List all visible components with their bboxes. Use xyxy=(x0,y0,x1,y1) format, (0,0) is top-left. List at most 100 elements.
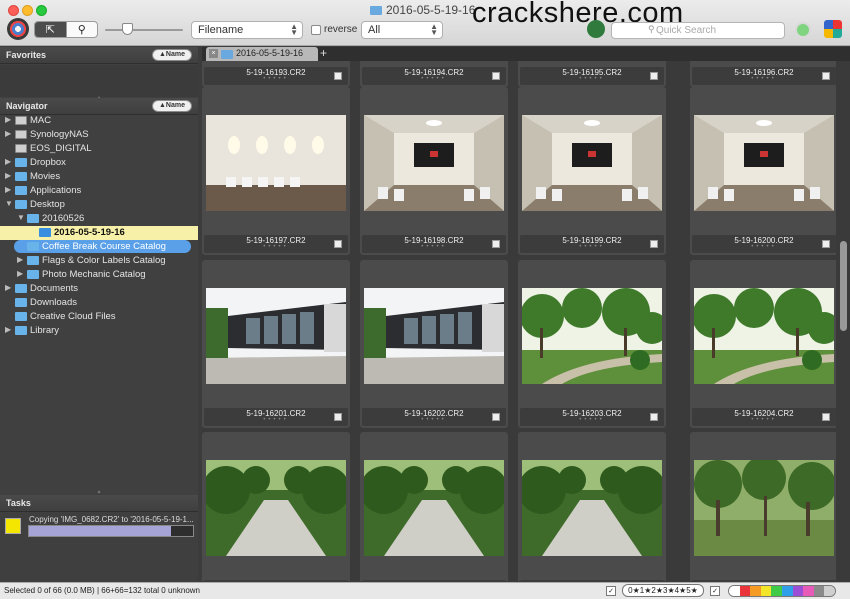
navigator-item[interactable]: Coffee Break Course Catalog xyxy=(0,240,198,254)
rating-dots[interactable]: ••••• xyxy=(362,244,506,250)
color-label-swatch[interactable] xyxy=(771,586,782,596)
thumbnail-cell[interactable]: 5-19-16198.CR2 ••••• xyxy=(360,87,508,255)
thumbnail-cell[interactable]: 5-19-16203.CR2 ••••• xyxy=(518,260,666,428)
thumbnail-cell[interactable]: ••••• xyxy=(690,432,836,581)
color-filter-checkbox[interactable]: ✓ xyxy=(710,586,720,596)
preferences-gear-icon[interactable] xyxy=(7,18,29,40)
tag-checkbox[interactable] xyxy=(650,240,658,248)
tag-checkbox[interactable] xyxy=(492,72,500,80)
star-rating-filter[interactable]: 0★1★2★3★4★5★ xyxy=(622,584,704,597)
photo-thumbnail[interactable] xyxy=(694,460,834,556)
thumbnail-cell[interactable]: 5-19-16200.CR2 ••••• xyxy=(690,87,836,255)
disclosure-triangle-icon[interactable]: ▶ xyxy=(5,157,11,166)
navigator-item[interactable]: ▶ Applications xyxy=(0,184,198,198)
color-label-swatch[interactable] xyxy=(813,586,825,596)
upload-icon[interactable] xyxy=(587,20,605,38)
thumbnail-cell[interactable]: ••••• xyxy=(360,432,508,581)
tab-contact-sheet[interactable]: × 2016-05-5-19-16 xyxy=(206,47,318,61)
photo-thumbnail[interactable] xyxy=(206,115,346,211)
tag-checkbox[interactable] xyxy=(650,72,658,80)
tag-checkbox[interactable] xyxy=(334,72,342,80)
thumbnail-cell[interactable]: 5-19-16193.CR2 ••••• xyxy=(202,61,350,87)
thumbnail-cell[interactable]: 5-19-16195.CR2 ••••• xyxy=(518,61,666,87)
color-label-filter[interactable] xyxy=(728,585,836,597)
photo-thumbnail[interactable] xyxy=(522,460,662,556)
disclosure-triangle-icon[interactable]: ▶ xyxy=(5,129,11,138)
magnifier-tool-icon[interactable]: ⚲ xyxy=(65,22,98,37)
navigator-item[interactable]: ▼ 20160526 xyxy=(0,212,198,226)
thumbnail-cell[interactable]: 5-19-16202.CR2 ••••• xyxy=(360,260,508,428)
navigator-item[interactable]: EOS_DIGITAL xyxy=(0,142,198,156)
thumbnail-size-slider-knob[interactable] xyxy=(122,23,133,35)
disclosure-triangle-icon[interactable]: ▶ xyxy=(17,255,23,264)
minimize-window-button[interactable] xyxy=(22,5,33,16)
thumbnail-cell[interactable]: ••••• xyxy=(518,432,666,581)
rating-dots[interactable]: ••••• xyxy=(362,417,506,423)
color-label-swatch[interactable] xyxy=(739,586,751,596)
panel-splitter[interactable]: ▴ xyxy=(0,489,198,495)
disclosure-triangle-icon[interactable]: ▶ xyxy=(5,185,11,194)
close-window-button[interactable] xyxy=(8,5,19,16)
photo-thumbnail[interactable] xyxy=(364,288,504,384)
color-label-swatch[interactable] xyxy=(803,586,814,596)
navigator-item[interactable]: ▼ Desktop xyxy=(0,198,198,212)
rating-dots[interactable]: ••••• xyxy=(520,76,664,82)
navigator-item[interactable]: ▶ SynologyNAS xyxy=(0,128,198,142)
disclosure-triangle-icon[interactable]: ▶ xyxy=(5,325,11,334)
color-label-swatch[interactable] xyxy=(729,586,740,596)
disclosure-triangle-icon[interactable]: ▶ xyxy=(5,283,11,292)
tag-checkbox[interactable] xyxy=(492,240,500,248)
live-ingest-icon[interactable] xyxy=(795,22,811,38)
rating-dots[interactable]: ••••• xyxy=(520,244,664,250)
color-label-swatch[interactable] xyxy=(760,586,772,596)
tag-checkbox[interactable] xyxy=(650,413,658,421)
task-cancel-button[interactable] xyxy=(171,526,193,536)
color-label-swatch[interactable] xyxy=(792,586,804,596)
quick-search-input[interactable]: ⚲ Quick Search xyxy=(611,22,785,39)
zoom-window-button[interactable] xyxy=(36,5,47,16)
photo-thumbnail[interactable] xyxy=(206,288,346,384)
new-tab-button[interactable]: + xyxy=(320,47,327,60)
navigator-item[interactable]: 2016-05-5-19-16 xyxy=(0,226,198,240)
sort-field-select[interactable]: Filename ▲ ▼ xyxy=(191,21,303,39)
thumbnail-cell[interactable]: 5-19-16199.CR2 ••••• xyxy=(518,87,666,255)
tag-checkbox[interactable] xyxy=(492,413,500,421)
rating-dots[interactable]: ••••• xyxy=(362,76,506,82)
color-label-swatch[interactable] xyxy=(824,586,835,596)
scrollbar-thumb[interactable] xyxy=(840,241,847,331)
thumbnail-cell[interactable]: 5-19-16204.CR2 ••••• xyxy=(690,260,836,428)
filter-select[interactable]: All ▲ ▼ xyxy=(361,21,443,39)
navigator-item[interactable]: ▶ MAC xyxy=(0,114,198,128)
thumbnail-cell[interactable]: ••••• xyxy=(202,432,350,581)
navigator-item[interactable]: ▶ Documents xyxy=(0,282,198,296)
color-label-swatch[interactable] xyxy=(750,586,761,596)
rating-dots[interactable]: ••••• xyxy=(204,417,348,423)
tag-checkbox[interactable] xyxy=(334,413,342,421)
navigator-item[interactable]: ▶ Flags & Color Labels Catalog xyxy=(0,254,198,268)
thumbnail-cell[interactable]: 5-19-16196.CR2 ••••• xyxy=(690,61,836,87)
disclosure-triangle-icon[interactable]: ▶ xyxy=(17,269,23,278)
thumbnail-size-slider-track[interactable] xyxy=(105,29,183,31)
rating-dots[interactable]: ••••• xyxy=(692,417,836,423)
rating-dots[interactable]: ••••• xyxy=(204,76,348,82)
navigator-item[interactable]: ▶ Library xyxy=(0,324,198,338)
reverse-checkbox[interactable] xyxy=(311,25,321,35)
disclosure-triangle-icon[interactable]: ▼ xyxy=(17,213,25,222)
thumbnail-cell[interactable]: 5-19-16194.CR2 ••••• xyxy=(360,61,508,87)
navigator-sort-button[interactable]: ▲Name xyxy=(152,100,192,112)
rating-dots[interactable]: ••••• xyxy=(204,244,348,250)
navigator-item[interactable]: ▶ Photo Mechanic Catalog xyxy=(0,268,198,282)
disclosure-triangle-icon[interactable]: ▶ xyxy=(5,115,11,124)
photo-thumbnail[interactable] xyxy=(206,460,346,556)
tab-close-icon[interactable]: × xyxy=(209,49,218,58)
navigator-item[interactable]: ▶ Dropbox xyxy=(0,156,198,170)
photo-thumbnail[interactable] xyxy=(522,115,662,211)
tagged-filter-checkbox[interactable]: ✓ xyxy=(606,586,616,596)
photo-thumbnail[interactable] xyxy=(694,115,834,211)
disclosure-triangle-icon[interactable]: ▼ xyxy=(5,199,13,208)
tag-checkbox[interactable] xyxy=(822,240,830,248)
tag-checkbox[interactable] xyxy=(334,240,342,248)
photo-thumbnail[interactable] xyxy=(364,460,504,556)
navigator-item[interactable]: ▶ Movies xyxy=(0,170,198,184)
tag-checkbox[interactable] xyxy=(822,413,830,421)
